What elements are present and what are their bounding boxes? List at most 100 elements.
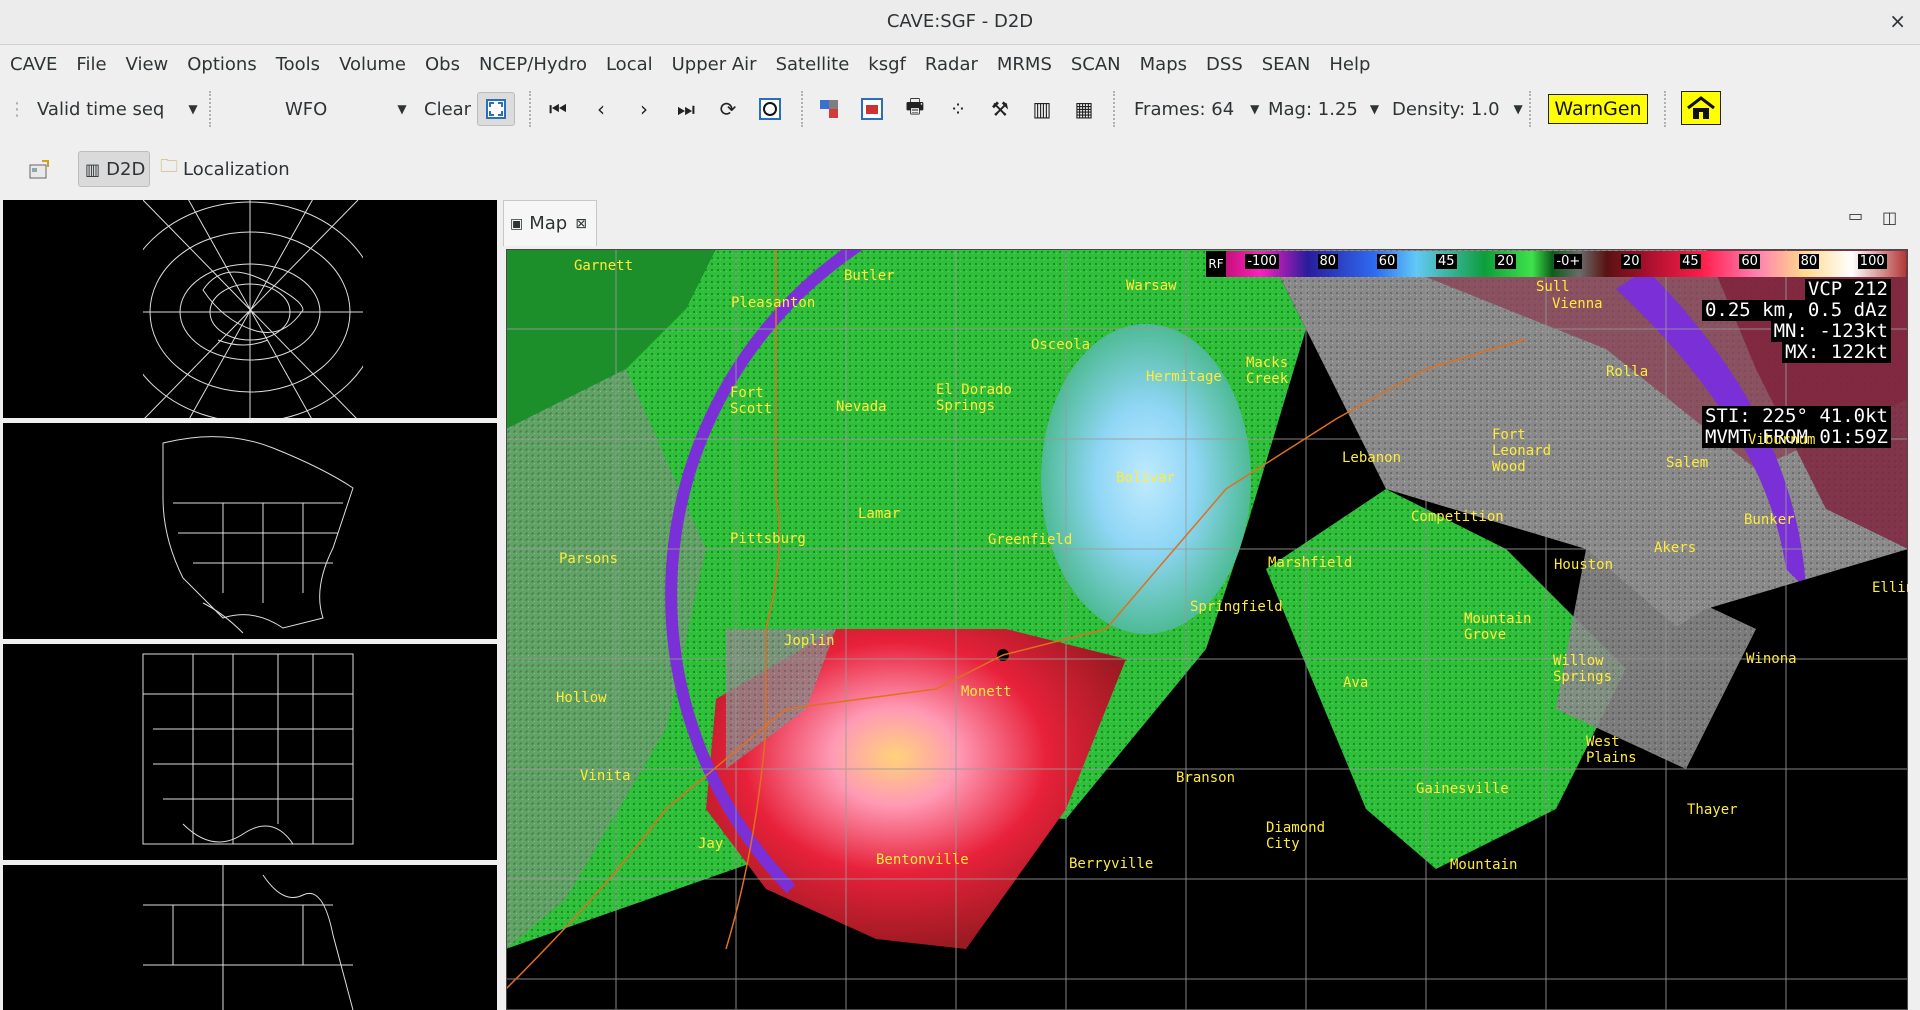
city-label: Greenfield: [988, 532, 1073, 548]
fullscreen-button[interactable]: [477, 92, 515, 126]
d2d-icon: ▥: [85, 159, 101, 179]
tab-map[interactable]: ▣ Map ⊠: [503, 200, 597, 246]
menu-dss[interactable]: DSS: [1200, 54, 1249, 75]
clear-button[interactable]: Clear: [424, 83, 471, 135]
perspective-d2d-button[interactable]: ▥ D2D: [78, 151, 150, 187]
city-label: Sull: [1536, 279, 1570, 295]
localization-icon: 🗀: [160, 156, 178, 177]
chevron-down-icon: ▼: [397, 102, 407, 116]
loop-icon[interactable]: ⟳: [716, 97, 740, 121]
radar-display[interactable]: RF -100 80 60 45 20 -0+ 20 45 60 80 100 VCP 212 0.…: [506, 249, 1908, 1010]
menu-ksgf[interactable]: ksgf: [862, 54, 912, 75]
menu-mrms[interactable]: MRMS: [991, 54, 1058, 75]
menu-volume[interactable]: Volume: [333, 54, 412, 75]
colorbar-label: -0+: [1554, 254, 1583, 269]
menu-scan[interactable]: SCAN: [1065, 54, 1127, 75]
city-label: Jay: [698, 836, 724, 852]
separator: [1664, 91, 1666, 127]
city-label: Bentonville: [876, 852, 969, 868]
menu-ncep-hydro[interactable]: NCEP/Hydro: [473, 54, 593, 75]
density-dropdown[interactable]: Density: 1.0 ▼: [1392, 83, 1523, 135]
conus-thumbnail: [142, 644, 497, 860]
city-label: Pleasanton: [731, 295, 816, 311]
city-label: Mountain: [1450, 857, 1518, 873]
separator: [1529, 91, 1531, 127]
minimize-icon[interactable]: ▭: [1848, 206, 1863, 225]
colorbar-label: 60: [1376, 254, 1398, 269]
city-label: West Plains: [1586, 734, 1637, 766]
menu-sean[interactable]: SEAN: [1256, 54, 1317, 75]
city-label: Garnett: [574, 258, 634, 274]
colorbar-label: 80: [1317, 254, 1339, 269]
prev-frame-icon[interactable]: ‹: [589, 97, 613, 121]
single-panel-icon[interactable]: ▥: [1030, 97, 1054, 121]
colorbar-label: 100: [1857, 254, 1887, 269]
colorbar-label: -100: [1245, 254, 1279, 269]
fullscreen-icon: [486, 99, 506, 119]
radar-vcp: VCP 212: [1804, 279, 1891, 300]
menu-obs[interactable]: Obs: [419, 54, 466, 75]
city-label: Bunker: [1744, 512, 1795, 528]
close-window-button[interactable]: ×: [1889, 9, 1906, 33]
menu-tools[interactable]: Tools: [270, 54, 326, 75]
pane-conus[interactable]: [3, 644, 497, 860]
open-perspective-icon[interactable]: [28, 159, 50, 181]
colorbar-labels: -100 80 60 45 20 -0+ 20 45 60 80 100: [1226, 254, 1906, 269]
close-tab-icon[interactable]: ⊠: [575, 216, 587, 232]
menu-cave[interactable]: CAVE: [4, 54, 63, 75]
site-mode-dropdown[interactable]: WFO ▼: [285, 83, 407, 135]
polar-map-thumbnail: [3, 200, 497, 418]
city-label: Bolivar: [1116, 470, 1176, 486]
time-mode-dropdown[interactable]: Valid time seq ▼: [37, 83, 198, 135]
first-frame-icon[interactable]: ⏮: [546, 97, 570, 121]
colorbar-label: 20: [1495, 254, 1516, 269]
mag-dropdown[interactable]: Mag: 1.25 ▼: [1268, 83, 1379, 135]
menu-file[interactable]: File: [70, 54, 112, 75]
last-frame-icon[interactable]: ⏭: [674, 97, 698, 121]
maximize-icon[interactable]: ◫: [1882, 208, 1897, 227]
city-label: Pittsburg: [730, 531, 806, 547]
warngen-button[interactable]: WarnGen: [1548, 94, 1648, 124]
city-label: El Dorado Springs: [936, 382, 1012, 414]
city-label: Berryville: [1069, 856, 1154, 872]
menu-radar[interactable]: Radar: [919, 54, 984, 75]
perspective-localization-button[interactable]: 🗀 Localization: [160, 151, 290, 187]
print-icon[interactable]: 🖶: [903, 94, 927, 121]
city-label: Ellin: [1872, 580, 1908, 596]
menu-options[interactable]: Options: [181, 54, 262, 75]
city-label: Diamond City: [1266, 820, 1326, 852]
pane-northern-hemisphere[interactable]: [3, 200, 497, 418]
time-mode-label: Valid time seq: [37, 98, 165, 120]
next-frame-icon[interactable]: ›: [632, 97, 656, 121]
city-label: Gainesville: [1416, 781, 1509, 797]
toolbar-grip: ⋮: [8, 98, 26, 120]
image-properties-icon[interactable]: [817, 97, 841, 121]
colorbar-label: 45: [1680, 254, 1701, 269]
tools-icon[interactable]: ⚒: [988, 97, 1012, 121]
menu-maps[interactable]: Maps: [1134, 54, 1193, 75]
colorbar-label: 60: [1739, 254, 1760, 269]
loop-properties-icon[interactable]: [758, 97, 782, 121]
pane-north-america[interactable]: [3, 423, 497, 639]
menu-upper-air[interactable]: Upper Air: [666, 54, 763, 75]
map-window-icon[interactable]: [860, 97, 884, 121]
frames-dropdown[interactable]: Frames: 64 ▼: [1134, 83, 1259, 135]
chevron-down-icon: ▼: [188, 102, 198, 116]
storm-track-info: STI: 225° 41.0kt: [1701, 406, 1891, 427]
menu-satellite[interactable]: Satellite: [770, 54, 856, 75]
menu-local[interactable]: Local: [600, 54, 659, 75]
pane-regional[interactable]: [3, 865, 497, 1010]
home-button[interactable]: [1681, 91, 1721, 125]
city-label: Monett: [961, 684, 1012, 700]
chevron-down-icon: ▼: [1369, 102, 1380, 116]
menu-view[interactable]: View: [120, 54, 175, 75]
clear-label: Clear: [424, 98, 472, 120]
four-panel-icon[interactable]: ▦: [1072, 97, 1096, 121]
site-mode-label: WFO: [285, 98, 328, 120]
menu-help[interactable]: Help: [1323, 54, 1376, 75]
city-label: Vienna: [1552, 296, 1603, 312]
sample-icon[interactable]: ⁘: [946, 97, 970, 121]
city-label: Fort Scott: [730, 385, 773, 417]
city-label: Mountain Grove: [1464, 611, 1532, 643]
city-label: Lamar: [858, 506, 901, 522]
